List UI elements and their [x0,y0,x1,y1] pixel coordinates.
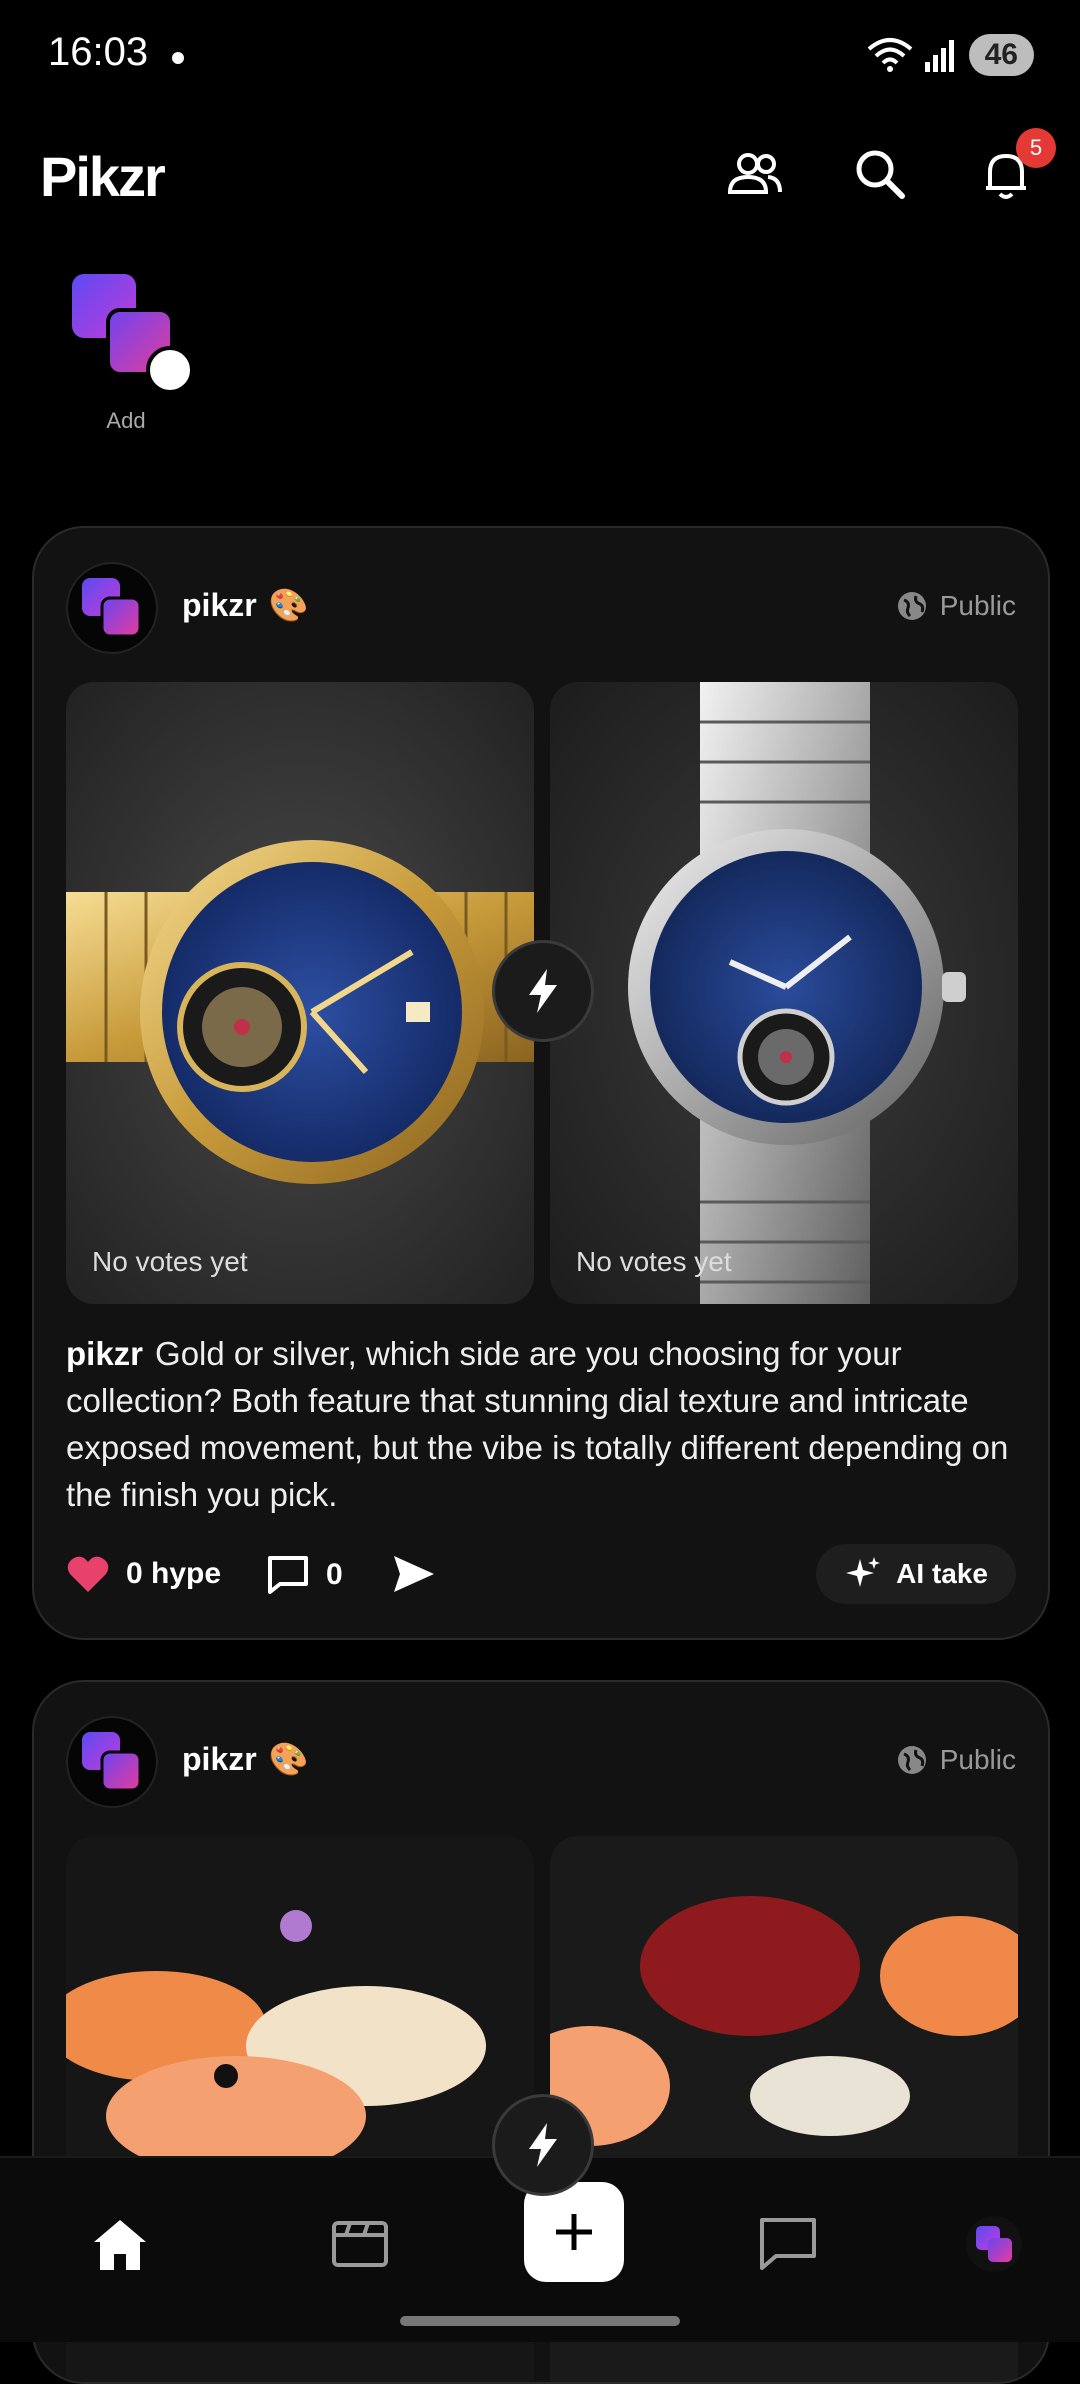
add-story-button[interactable] [70,270,194,405]
visibility-text: Public [939,590,1016,621]
option-left-image[interactable]: No votes yet [66,682,534,1304]
nav-profile[interactable] [954,2204,1034,2284]
search-icon [856,150,905,199]
right-vote-count: No votes yet [576,1246,732,1277]
palette-emoji: 🎨 [268,587,309,623]
pikzr-logo-icon [72,274,194,394]
avatar[interactable] [66,562,158,654]
search-button[interactable] [848,142,912,206]
post-username[interactable]: pikzr 🎨 [182,586,309,624]
status-time: 16:03 [48,30,149,74]
visibility-text: Public [939,1744,1016,1775]
ai-take-label: AI take [896,1558,988,1589]
battery-indicator: 46 [968,34,1034,76]
caption-username[interactable]: pikzr [66,1335,143,1372]
gesture-bar [400,2316,680,2326]
pikzr-avatar-icon [82,578,142,638]
chat-icon [760,2218,816,2270]
pikzr-avatar-icon [82,1732,142,1792]
comment-button[interactable]: 0 [266,1554,343,1596]
globe-icon [897,592,926,620]
caption-text: Gold or silver, which side are you choos… [66,1335,1009,1513]
home-icon [94,2220,146,2270]
option-right-image[interactable]: No votes yet [550,682,1018,1304]
send-icon [394,1556,434,1592]
plus-icon [556,2214,592,2250]
signal-icon [924,40,954,72]
post-card: pikzr 🎨 Public [32,526,1050,1640]
post-header: pikzr 🎨 Public [66,562,1016,654]
left-vote-count: No votes yet [92,1246,248,1277]
share-button[interactable] [392,1554,436,1594]
post-caption: pikzr Gold or silver, which side are you … [66,1330,1016,1518]
clapperboard-icon [332,2221,388,2267]
status-icons: 46 [867,34,1034,76]
comment-count: 0 [326,1558,343,1591]
notification-badge: 5 [1016,128,1056,168]
hype-button[interactable]: 0 hype [66,1554,221,1594]
wifi-icon [867,38,912,72]
nav-reels[interactable] [320,2204,400,2284]
globe-icon [897,1746,926,1774]
avatar[interactable] [66,1716,158,1808]
silver-watch-image [550,682,1018,1304]
gold-watch-image [66,682,534,1304]
friends-button[interactable] [722,142,786,206]
hype-count: 0 hype [126,1557,222,1590]
create-post-button[interactable] [524,2182,624,2282]
visibility-label: Public [896,590,1016,622]
comment-icon [268,1556,308,1594]
post-username[interactable]: pikzr 🎨 [182,1740,309,1778]
heart-icon [67,1556,109,1592]
post-header: pikzr 🎨 Public [66,1716,1016,1808]
notifications-button[interactable]: 5 [974,128,1056,206]
palette-emoji: 🎨 [268,1741,309,1777]
status-bar: 16:03 46 [0,0,1080,110]
add-story-label: Add [106,408,146,433]
profile-avatar-icon [966,2216,1022,2272]
versus-badge [492,2094,594,2196]
nav-messages[interactable] [748,2204,828,2284]
visibility-label: Public [896,1744,1016,1776]
username-text: pikzr [182,1741,257,1777]
versus-badge [492,940,594,1042]
app-bar: Pikzr 5 [0,128,1080,220]
username-text: pikzr [182,587,257,623]
sparkle-icon [846,1557,881,1587]
post-actions: 0 hype 0 AI take [66,1544,1016,1604]
lightning-icon [529,969,557,1013]
lightning-icon [529,2123,557,2167]
nav-home[interactable] [80,2204,160,2284]
app-logo: Pikzr [40,145,166,208]
people-icon [727,153,782,194]
status-dot [172,52,184,64]
ai-take-button[interactable]: AI take [816,1544,1016,1604]
